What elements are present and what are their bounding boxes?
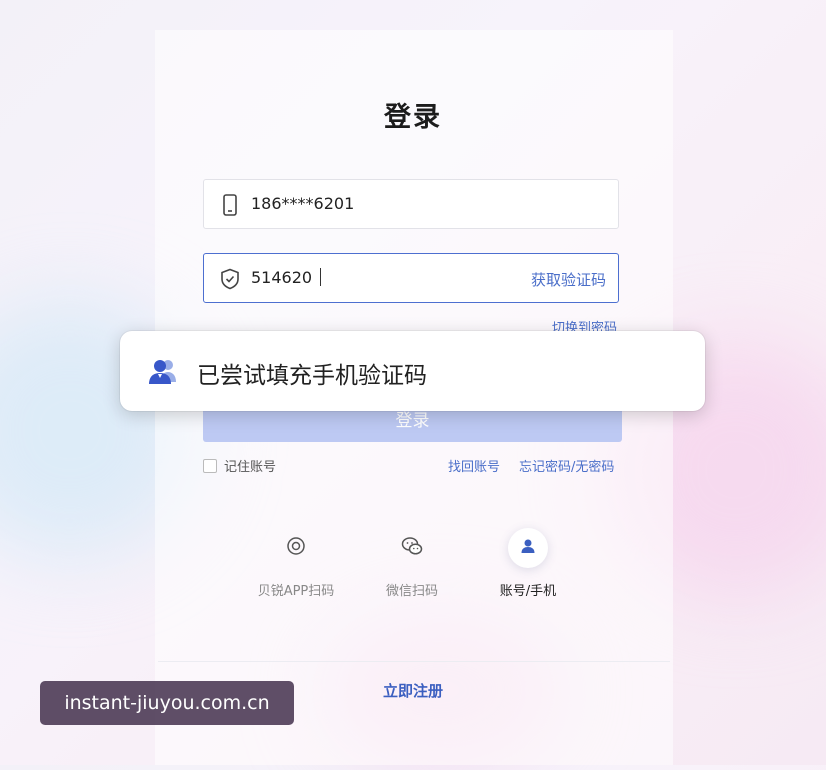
retrieve-account-link[interactable]: 找回账号 [448, 456, 500, 475]
phone-value: 186****6201 [251, 194, 355, 213]
page-title: 登录 [384, 102, 442, 133]
scan-icon [286, 536, 306, 560]
method-label: 账号/手机 [499, 584, 557, 599]
user-icon [520, 538, 536, 558]
method-account-phone[interactable]: 账号/手机 [478, 528, 578, 599]
code-field[interactable]: 514620 获取验证码 [203, 253, 619, 303]
method-wechat-scan[interactable]: 微信扫码 [362, 528, 462, 599]
get-code-button[interactable]: 获取验证码 [531, 269, 606, 290]
shield-icon [220, 268, 240, 290]
remember-account[interactable]: 记住账号 [203, 456, 276, 475]
remember-label: 记住账号 [224, 460, 277, 475]
remember-checkbox[interactable] [203, 459, 217, 473]
code-input[interactable]: 514620 [251, 268, 322, 287]
watermark: instant-jiuyou.com.cn [40, 681, 294, 725]
footer-divider [158, 661, 670, 662]
method-app-scan[interactable]: 贝锐APP扫码 [246, 528, 346, 599]
toast-message: 已尝试填充手机验证码 [197, 363, 427, 389]
phone-field[interactable]: 186****6201 [203, 179, 619, 229]
text-caret [320, 268, 322, 286]
code-value: 514620 [251, 268, 313, 287]
forgot-password-link[interactable]: 忘记密码/无密码 [519, 456, 614, 475]
user-group-icon [147, 355, 179, 387]
method-label: 贝锐APP扫码 [257, 584, 335, 599]
autofill-toast: 已尝试填充手机验证码 [120, 331, 705, 411]
wechat-icon [401, 536, 423, 560]
phone-icon [220, 194, 240, 216]
method-label: 微信扫码 [385, 584, 438, 599]
